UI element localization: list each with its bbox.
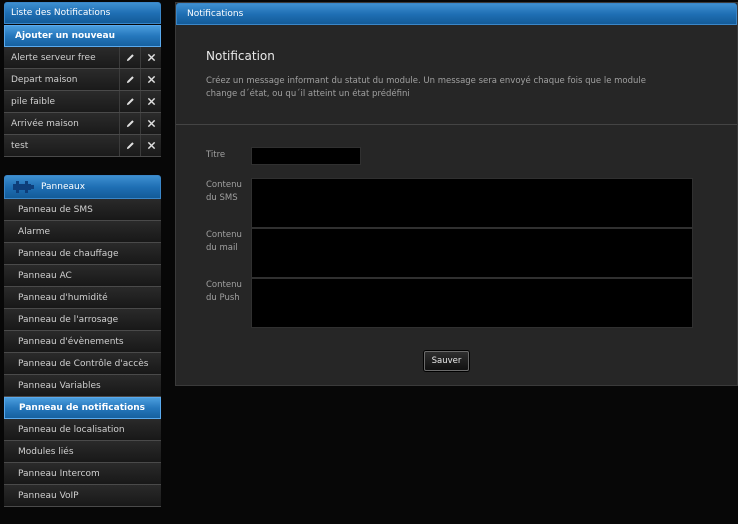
- panel-menu-item[interactable]: Panneau de localisation: [4, 419, 161, 441]
- delete-x-icon[interactable]: [140, 69, 161, 90]
- panel-menu-item-label: Panneau de Contrôle d'accès: [18, 358, 149, 369]
- notification-item-label: pile faible: [11, 96, 56, 107]
- notification-item-label: Alerte serveur free: [11, 52, 96, 63]
- notification-editor: Notifications Notification Créez un mess…: [175, 2, 738, 386]
- notification-item[interactable]: Alerte serveur free: [4, 47, 161, 69]
- panel-menu-item[interactable]: Panneau d'évènements: [4, 331, 161, 353]
- panel-menu-item[interactable]: Panneau AC: [4, 265, 161, 287]
- panel-menu-item-label: Panneau VoIP: [18, 490, 79, 501]
- main-header: Notifications: [176, 3, 737, 25]
- notification-item-label: Depart maison: [11, 74, 78, 85]
- panel-menu-item-label: Panneau Intercom: [18, 468, 100, 479]
- panel-menu-item-label: Panneau de SMS: [18, 204, 93, 215]
- notification-item[interactable]: Arrivée maison: [4, 113, 161, 135]
- panels-title: Panneaux: [41, 182, 86, 192]
- mail-textarea[interactable]: [251, 228, 693, 278]
- edit-pencil-icon[interactable]: [119, 47, 140, 68]
- delete-x-icon[interactable]: [140, 113, 161, 134]
- panel-menu-item-label: Panneau AC: [18, 270, 72, 281]
- page-title: Notification: [206, 49, 275, 63]
- save-button-label: Sauver: [431, 356, 462, 366]
- page-description: Créez un message informant du statut du …: [206, 76, 647, 99]
- notification-item[interactable]: Depart maison: [4, 69, 161, 91]
- panels-menu: Panneaux Panneau de SMS Alarme Panneau de …: [4, 175, 161, 507]
- titre-input[interactable]: [251, 147, 361, 165]
- panel-menu-item-label: Modules liés: [18, 446, 74, 457]
- delete-x-icon[interactable]: [140, 135, 161, 156]
- edit-pencil-icon[interactable]: [119, 69, 140, 90]
- notification-item-label: test: [11, 140, 29, 151]
- sms-textarea[interactable]: [251, 178, 693, 228]
- panel-menu-item[interactable]: Panneau de notifications: [4, 397, 161, 419]
- sms-label: Contenu du SMS: [206, 180, 242, 203]
- panel-menu-item-label: Panneau de notifications: [19, 403, 146, 413]
- panel-menu-item[interactable]: Panneau de l'arrosage: [4, 309, 161, 331]
- mail-label: Contenu du mail: [206, 230, 242, 253]
- add-notification-label: Ajouter un nouveau: [15, 31, 116, 41]
- panel-menu-item[interactable]: Panneau de SMS: [4, 199, 161, 221]
- panel-menu-item[interactable]: Alarme: [4, 221, 161, 243]
- notification-item[interactable]: test: [4, 135, 161, 157]
- puzzle-icon: [13, 181, 34, 193]
- panel-menu-item-label: Panneau de chauffage: [18, 248, 119, 259]
- panel-menu-item[interactable]: Modules liés: [4, 441, 161, 463]
- push-textarea[interactable]: [251, 278, 693, 328]
- panel-menu-item[interactable]: Panneau d'humidité: [4, 287, 161, 309]
- panel-menu-item[interactable]: Panneau Intercom: [4, 463, 161, 485]
- panels-items: Panneau de SMS Alarme Panneau de chauffage…: [4, 199, 161, 507]
- main-header-title: Notifications: [187, 9, 244, 19]
- notifications-items: Alerte serveur free Depart maison pile fai…: [4, 47, 161, 157]
- panel-menu-item[interactable]: Panneau de chauffage: [4, 243, 161, 265]
- panel-menu-item-label: Panneau Variables: [18, 380, 101, 391]
- panel-menu-item-label: Panneau de localisation: [18, 424, 125, 435]
- notification-item-label: Arrivée maison: [11, 118, 79, 129]
- intro-section: Notification Créez un message informant …: [176, 25, 737, 125]
- panel-menu-item[interactable]: Panneau VoIP: [4, 485, 161, 507]
- notifications-list-header: Liste des Notifications: [4, 2, 161, 24]
- panel-menu-item-label: Panneau de l'arrosage: [18, 314, 119, 325]
- delete-x-icon[interactable]: [140, 91, 161, 112]
- notifications-list-title: Liste des Notifications: [11, 8, 111, 18]
- panel-menu-item[interactable]: Panneau de Contrôle d'accès: [4, 353, 161, 375]
- edit-pencil-icon[interactable]: [119, 91, 140, 112]
- notifications-list-panel: Liste des Notifications Ajouter un nouve…: [4, 2, 161, 157]
- delete-x-icon[interactable]: [140, 47, 161, 68]
- titre-label: Titre: [206, 150, 226, 160]
- panel-menu-item[interactable]: Panneau Variables: [4, 375, 161, 397]
- panels-header: Panneaux: [4, 175, 161, 199]
- panel-menu-item-label: Panneau d'évènements: [18, 336, 124, 347]
- panel-menu-item-label: Panneau d'humidité: [18, 292, 108, 303]
- panel-menu-item-label: Alarme: [18, 226, 51, 237]
- add-notification-button[interactable]: Ajouter un nouveau: [4, 25, 161, 47]
- edit-pencil-icon[interactable]: [119, 135, 140, 156]
- push-label: Contenu du Push: [206, 280, 242, 303]
- notification-item[interactable]: pile faible: [4, 91, 161, 113]
- edit-pencil-icon[interactable]: [119, 113, 140, 134]
- save-button[interactable]: Sauver: [424, 351, 469, 371]
